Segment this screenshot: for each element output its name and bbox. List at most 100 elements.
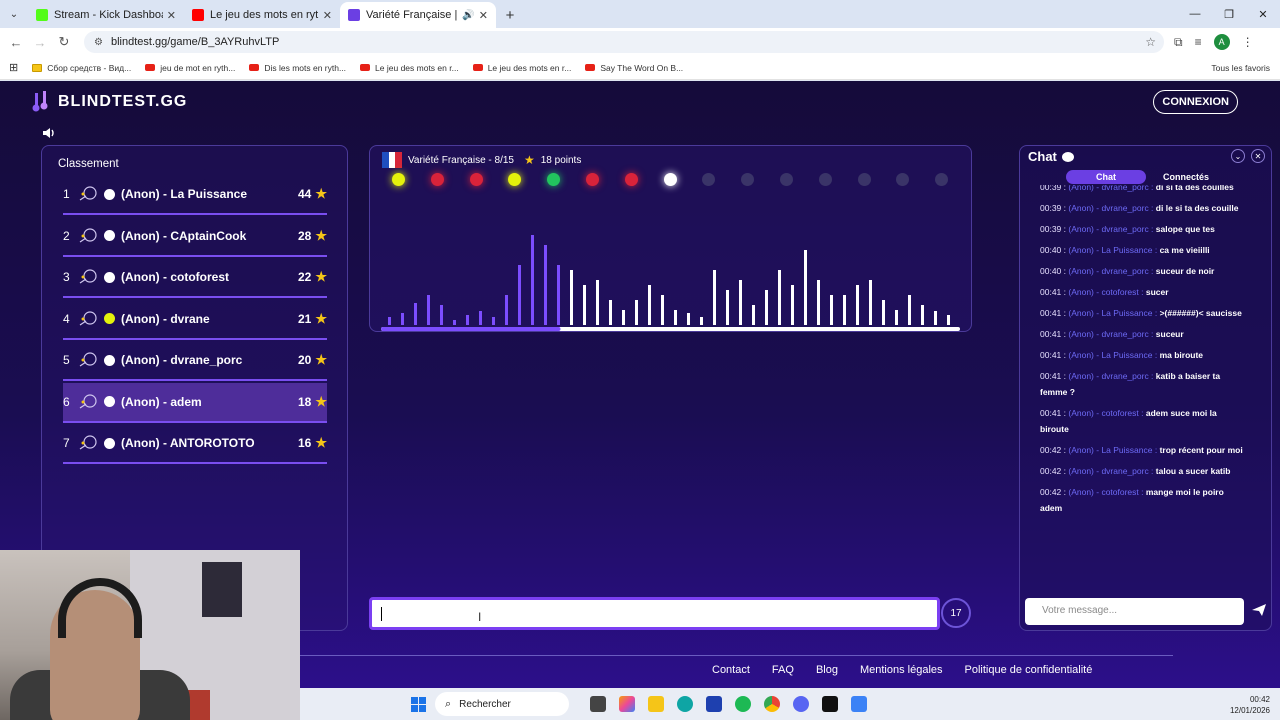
footer-links: Contact FAQ Blog Mentions légales Politique … bbox=[712, 664, 1092, 676]
player-avatar-icon bbox=[77, 434, 99, 452]
extensions-icon[interactable]: ⧉ bbox=[1174, 35, 1183, 50]
chat-text: suceur bbox=[1155, 329, 1184, 339]
visualizer-bar bbox=[427, 295, 430, 325]
close-window-icon[interactable]: ✕ bbox=[1246, 0, 1280, 28]
bookmark-item[interactable]: jeu de mot en ryth... bbox=[145, 63, 235, 73]
browser-tab[interactable]: Le jeu des mots en rythme. 4 n ✕ bbox=[184, 2, 340, 28]
site-info-icon[interactable]: ⚙ bbox=[94, 37, 103, 48]
windows-start-icon[interactable] bbox=[411, 697, 426, 712]
file-explorer-icon[interactable] bbox=[648, 696, 664, 712]
profile-avatar[interactable]: A bbox=[1213, 34, 1230, 50]
player-score: 28 bbox=[297, 228, 312, 243]
visualizer-bar bbox=[674, 310, 677, 325]
taskbar-search[interactable]: ⌕ Rechercher bbox=[435, 692, 569, 716]
spotify-icon[interactable] bbox=[735, 696, 751, 712]
close-chat-icon[interactable]: ✕ bbox=[1251, 149, 1265, 163]
forward-icon[interactable]: → bbox=[28, 35, 52, 50]
footer-link[interactable]: Mentions légales bbox=[860, 664, 943, 676]
bookmark-item[interactable]: Dis les mots en ryth... bbox=[249, 63, 346, 73]
bookmark-item[interactable]: Say The Word On B... bbox=[585, 63, 683, 73]
apps-grid-icon[interactable]: ⊞ bbox=[9, 61, 18, 74]
round-light bbox=[469, 173, 483, 186]
volume-icon[interactable] bbox=[41, 125, 57, 141]
minimize-icon[interactable]: — bbox=[1178, 0, 1212, 28]
media-icon[interactable]: ≡ bbox=[1195, 35, 1202, 49]
app-icon[interactable] bbox=[851, 696, 867, 712]
task-view-icon[interactable] bbox=[590, 696, 606, 712]
address-bar[interactable]: ⚙ blindtest.gg/game/B_3AYRuhvLTP ☆ bbox=[84, 31, 1164, 53]
chat-title: Chat bbox=[1028, 149, 1074, 164]
footer-link[interactable]: Contact bbox=[712, 664, 750, 676]
tab-search-icon[interactable]: ⌄ bbox=[0, 0, 28, 28]
visualizer-bar bbox=[791, 285, 794, 325]
visualizer-bar bbox=[882, 300, 885, 325]
close-tab-icon[interactable]: ✕ bbox=[479, 9, 488, 22]
tab-title: Le jeu des mots en rythme. 4 n bbox=[210, 9, 319, 21]
visualizer-bar bbox=[687, 313, 690, 325]
youtube-icon bbox=[249, 64, 260, 71]
bookmark-item[interactable]: Le jeu des mots en r... bbox=[360, 63, 459, 73]
chat-message-input[interactable]: Votre message... bbox=[1025, 598, 1244, 625]
browser-tab[interactable]: Variété Française | Blindtest 🔊 ✕ bbox=[340, 2, 496, 28]
discord-icon[interactable] bbox=[793, 696, 809, 712]
tab-chat[interactable]: Chat bbox=[1066, 170, 1146, 184]
kick-icon[interactable] bbox=[822, 696, 838, 712]
tab-title: Stream - Kick Dashboard bbox=[54, 9, 163, 21]
menu-icon[interactable]: ⋮ bbox=[1242, 35, 1254, 49]
edge-icon[interactable] bbox=[677, 696, 693, 712]
chat-time: 00:41 : bbox=[1040, 329, 1066, 339]
footer-link[interactable]: Blog bbox=[816, 664, 838, 676]
bookmark-label: Сбор средств - Вид... bbox=[47, 62, 132, 73]
chat-time: 00:42 : bbox=[1040, 466, 1066, 476]
music-note-icon bbox=[32, 91, 48, 112]
copilot-icon[interactable] bbox=[619, 696, 635, 712]
game-panel: Variété Française - 8/15 ★ 18 points bbox=[369, 145, 972, 332]
visualizer-bar bbox=[817, 280, 820, 325]
visualizer-bar bbox=[622, 310, 625, 325]
visualizer-bar bbox=[388, 317, 391, 325]
restore-icon[interactable]: ❐ bbox=[1212, 0, 1246, 28]
bookmark-star-icon[interactable]: ☆ bbox=[1145, 35, 1156, 49]
store-icon[interactable] bbox=[706, 696, 722, 712]
visualizer-bar bbox=[609, 300, 612, 325]
tab-favicon-icon bbox=[192, 9, 204, 21]
visualizer-bar bbox=[908, 295, 911, 325]
visualizer-bar bbox=[869, 280, 872, 325]
reload-icon[interactable]: ↻ bbox=[52, 34, 76, 50]
tab-favicon-icon bbox=[36, 9, 48, 21]
chat-time: 00:39 : bbox=[1040, 224, 1066, 234]
all-bookmarks[interactable]: Tous les favoris bbox=[1211, 63, 1270, 73]
visualizer-bar bbox=[570, 270, 573, 325]
player-status-dot bbox=[104, 354, 115, 366]
bookmark-item[interactable]: Le jeu des mots en r... bbox=[472, 63, 571, 73]
chat-username: (Anon) - cotoforest : bbox=[1068, 287, 1144, 297]
close-tab-icon[interactable]: ✕ bbox=[167, 9, 176, 22]
chat-text: talou a sucer katib bbox=[1155, 466, 1231, 476]
close-tab-icon[interactable]: ✕ bbox=[323, 9, 332, 22]
new-tab-button[interactable]: + bbox=[496, 2, 524, 28]
chat-username: (Anon) - dvrane_porc : bbox=[1068, 329, 1154, 339]
send-icon[interactable] bbox=[1251, 602, 1267, 618]
chat-log[interactable]: 00:39 : (Anon) - dvrane_porc : di si ta … bbox=[1040, 185, 1250, 590]
tab-connected[interactable]: Connectés bbox=[1146, 170, 1226, 184]
login-button[interactable]: CONNEXION bbox=[1153, 90, 1238, 114]
footer-link[interactable]: FAQ bbox=[772, 664, 794, 676]
ranking-row: 1 (Anon) - La Puissance 44 ★ bbox=[63, 175, 327, 215]
chat-text: ma biroute bbox=[1159, 350, 1204, 360]
answer-input[interactable]: I bbox=[369, 597, 940, 630]
chrome-icon[interactable] bbox=[764, 696, 780, 712]
footer-link[interactable]: Politique de confidentialité bbox=[965, 664, 1093, 676]
collapse-chat-icon[interactable]: ⌄ bbox=[1231, 149, 1245, 163]
back-icon[interactable]: ← bbox=[4, 35, 28, 50]
tab-audio-icon[interactable]: 🔊 bbox=[462, 10, 474, 21]
player-name: (Anon) - adem bbox=[121, 394, 202, 409]
round-light bbox=[896, 173, 910, 186]
site-logo[interactable]: BLINDTEST.GG bbox=[32, 91, 187, 113]
browser-tab[interactable]: Stream - Kick Dashboard ✕ bbox=[28, 2, 184, 28]
visualizer-bar bbox=[752, 305, 755, 325]
bookmark-item[interactable]: Сбор средств - Вид... bbox=[32, 63, 131, 73]
round-light bbox=[663, 173, 677, 186]
visualizer-bar bbox=[843, 295, 846, 325]
round-light bbox=[430, 173, 444, 186]
player-avatar-icon bbox=[77, 310, 99, 328]
